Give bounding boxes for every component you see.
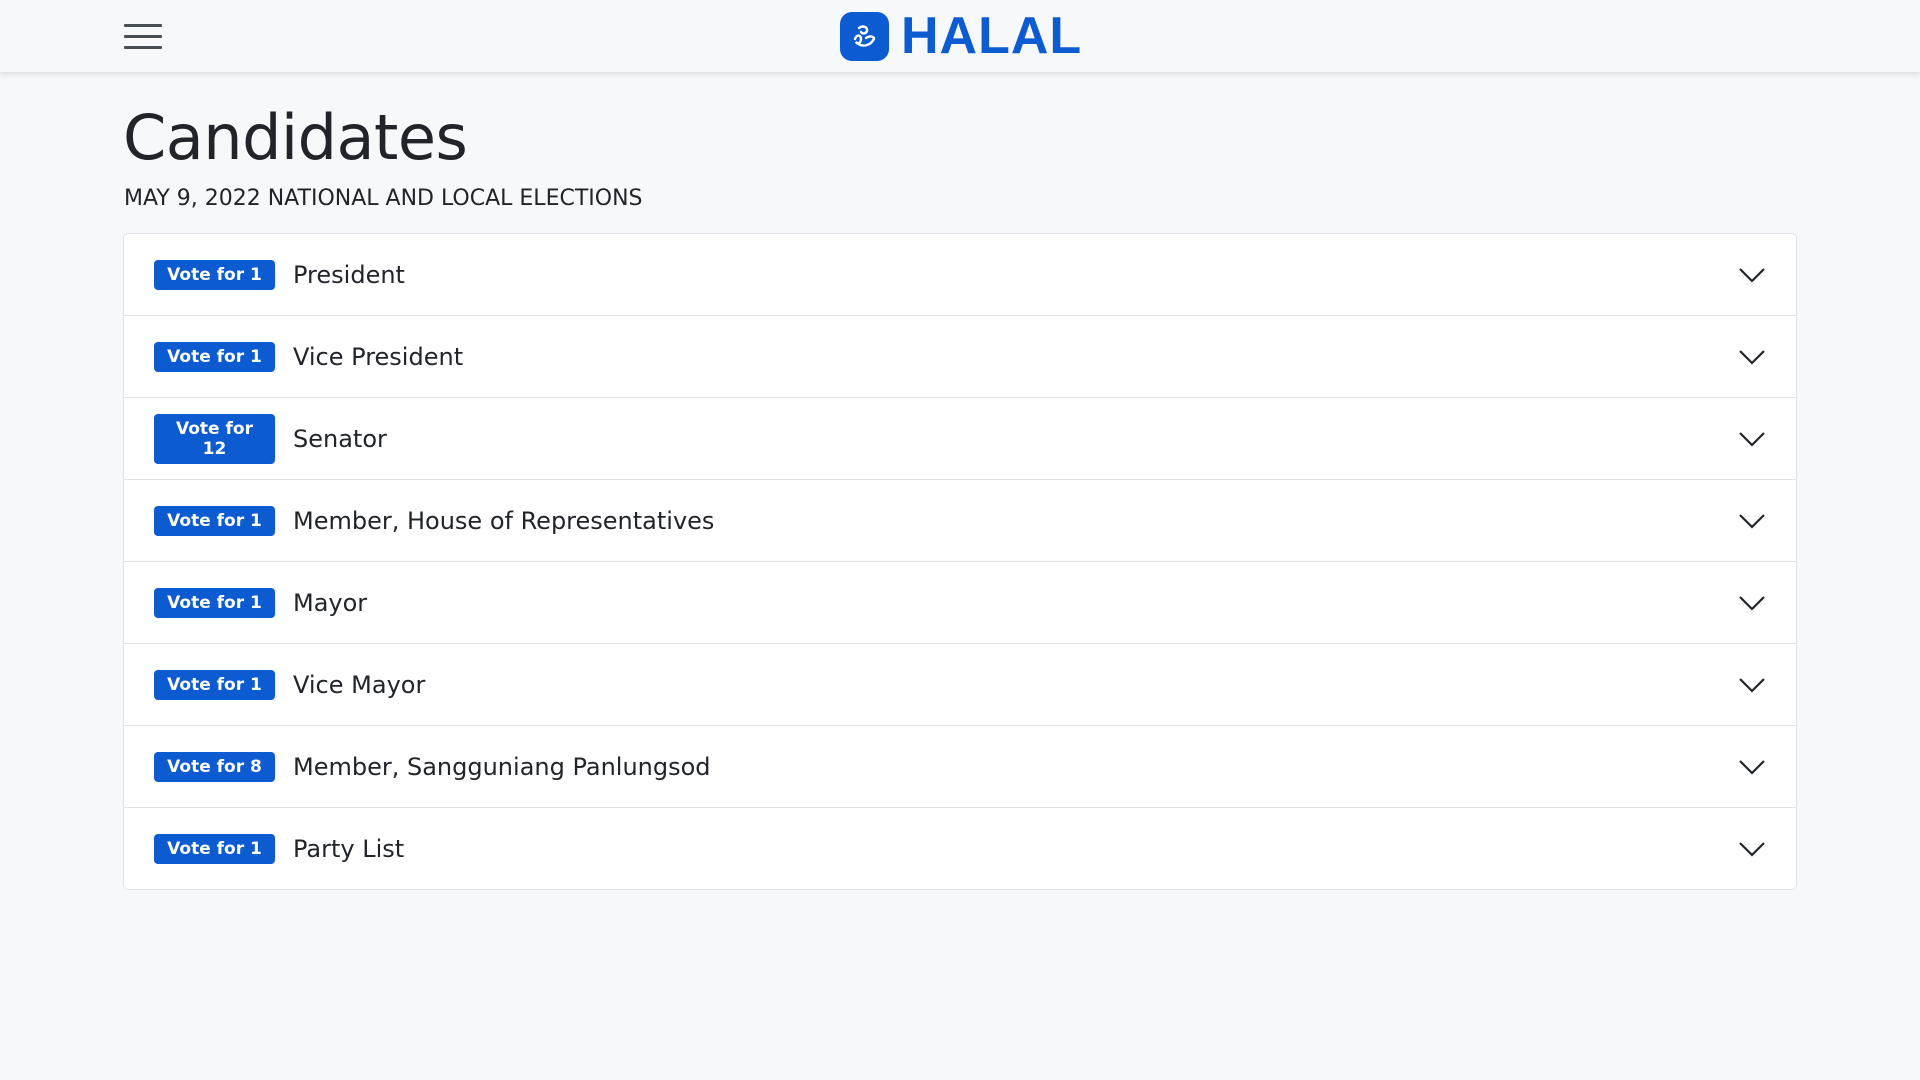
position-label: Vice President [293,342,464,371]
main-content: Candidates MAY 9, 2022 NATIONAL AND LOCA… [123,72,1797,891]
chevron-down-icon [1739,349,1765,365]
accordion-item-party-list[interactable]: Vote for 1 Party List [124,808,1796,889]
chevron-down-icon [1739,513,1765,529]
vote-count-badge: Vote for 1 [154,505,275,536]
vote-count-badge: Vote for 12 [154,413,275,464]
positions-accordion: Vote for 1 President Vote for 1 Vice Pre… [123,233,1797,891]
page-title: Candidates [123,101,468,174]
top-navbar: HALAL [0,0,1920,72]
accordion-item-president[interactable]: Vote for 1 President [124,234,1796,317]
position-label: Vice Mayor [293,670,426,699]
accordion-item-house-representatives[interactable]: Vote for 1 Member, House of Representati… [124,480,1796,563]
vote-count-badge: Vote for 1 [154,341,275,372]
chevron-down-icon [1739,841,1765,857]
hamburger-line [124,34,162,38]
accordion-item-sangguniang-panlungsod[interactable]: Vote for 8 Member, Sangguniang Panlungso… [124,726,1796,809]
brand-logo[interactable]: HALAL [840,7,1083,65]
hamburger-menu-icon[interactable] [124,16,168,56]
position-label: President [293,260,405,289]
chevron-down-icon [1739,759,1765,775]
accordion-item-vice-mayor[interactable]: Vote for 1 Vice Mayor [124,644,1796,727]
accordion-item-vice-president[interactable]: Vote for 1 Vice President [124,316,1796,399]
position-label: Senator [293,424,387,453]
position-label: Member, House of Representatives [293,506,715,535]
hamburger-line [124,45,162,49]
position-label: Party List [293,834,405,863]
page-subtitle: MAY 9, 2022 NATIONAL AND LOCAL ELECTIONS [124,186,643,212]
position-label: Mayor [293,588,368,617]
accordion-item-mayor[interactable]: Vote for 1 Mayor [124,562,1796,645]
chevron-down-icon [1739,595,1765,611]
vote-count-badge: Vote for 1 [154,587,275,618]
hamburger-line [124,23,162,27]
vote-count-badge: Vote for 8 [154,751,275,782]
chevron-down-icon [1739,677,1765,693]
brand-name: HALAL [901,7,1083,65]
chevron-down-icon [1739,267,1765,283]
position-label: Member, Sangguniang Panlungsod [293,752,711,781]
halal-logo-icon [840,11,889,61]
vote-count-badge: Vote for 1 [154,833,275,864]
accordion-item-senator[interactable]: Vote for 12 Senator [124,398,1796,481]
vote-count-badge: Vote for 1 [154,669,275,700]
vote-count-badge: Vote for 1 [154,259,275,290]
chevron-down-icon [1739,431,1765,447]
